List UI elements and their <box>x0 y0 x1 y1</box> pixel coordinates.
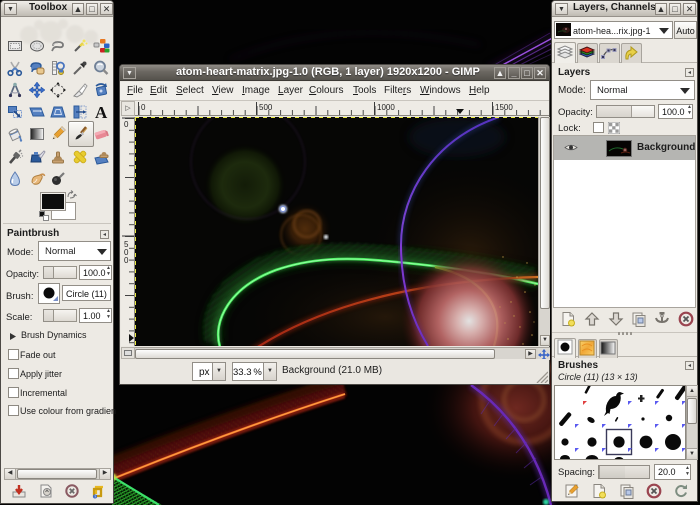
svg-text:1000: 1000 <box>377 103 395 112</box>
svg-text:A: A <box>95 103 108 121</box>
svg-text:500: 500 <box>259 103 273 112</box>
svg-text:1500: 1500 <box>495 103 513 112</box>
svg-text:0: 0 <box>124 256 129 265</box>
svg-text:0: 0 <box>124 120 129 129</box>
svg-text:0: 0 <box>141 103 146 112</box>
